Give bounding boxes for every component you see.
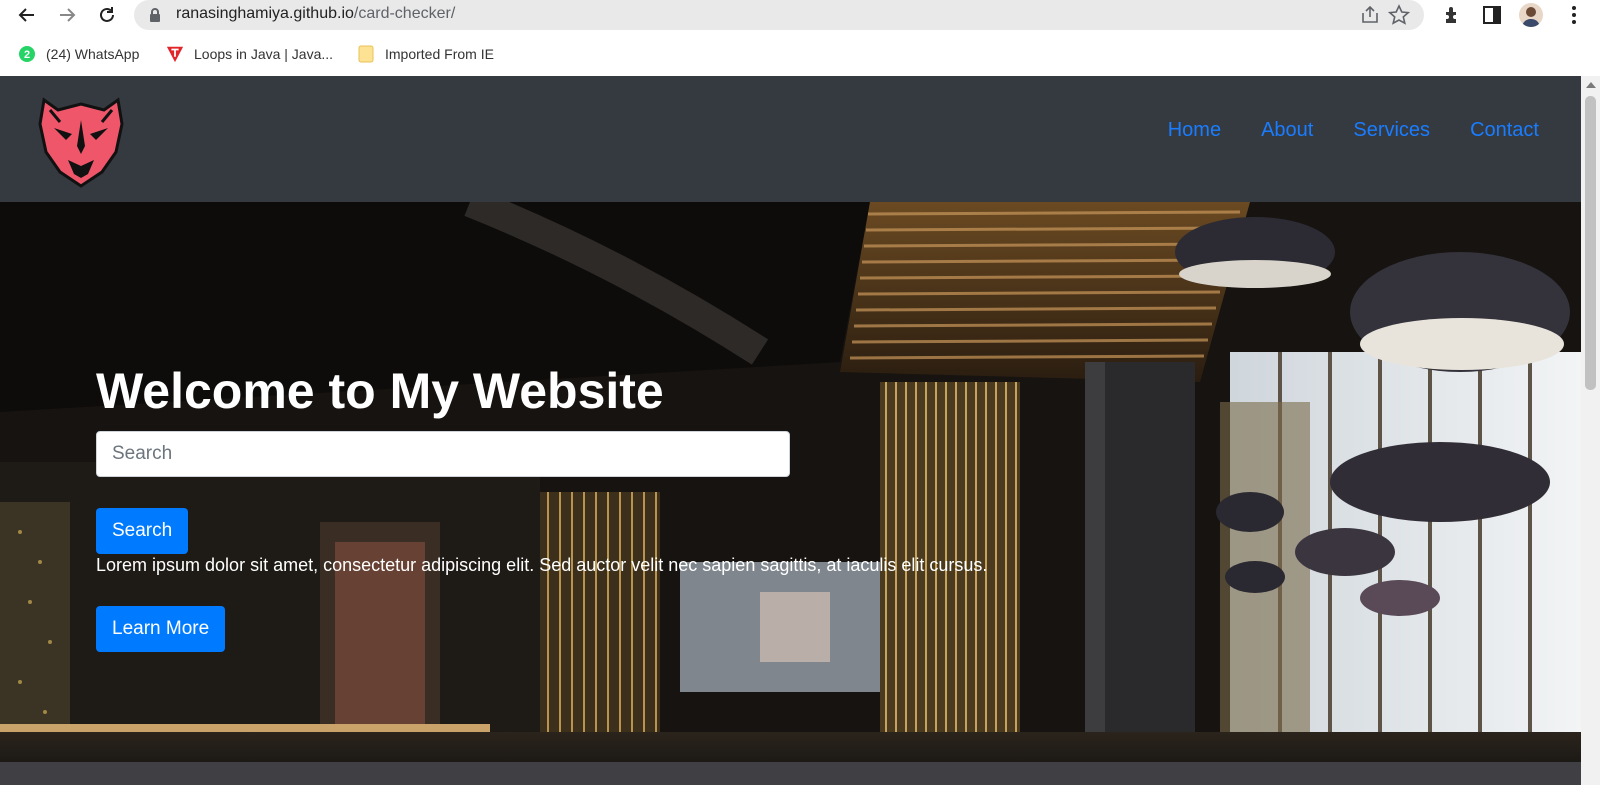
page-scrollbar[interactable]: [1581, 76, 1600, 785]
bookmark-label: Loops in Java | Java...: [194, 46, 334, 62]
forward-icon[interactable]: [54, 2, 80, 28]
nav-home[interactable]: Home: [1168, 119, 1221, 142]
search-button[interactable]: Search: [96, 508, 189, 554]
nav-services[interactable]: Services: [1353, 119, 1430, 142]
learn-more-button[interactable]: Learn More: [96, 606, 226, 652]
url-text: ranasinghamiya.github.io/card-checker/: [176, 5, 455, 23]
bookmark-label: (24) WhatsApp: [46, 46, 140, 62]
svg-text:2: 2: [24, 49, 30, 61]
scrollbar-thumb[interactable]: [1585, 96, 1596, 390]
url-path: /card-checker/: [353, 5, 456, 22]
restaurant-background-image: [0, 202, 1581, 785]
lock-icon: [148, 7, 162, 28]
profile-avatar[interactable]: [1519, 3, 1543, 27]
panther-logo[interactable]: [36, 94, 126, 188]
bookmarks-bar: 2 (24) WhatsApp Loops in Java | Java... …: [0, 38, 1600, 70]
site-navbar: Home About Services Contact: [0, 76, 1581, 202]
page-viewport: Home About Services Contact Welcome to M…: [0, 76, 1600, 785]
hero-description: Lorem ipsum dolor sit amet, consectetur …: [96, 555, 988, 575]
kebab-menu-icon[interactable]: [1562, 3, 1586, 27]
tutorial-site-icon: [166, 45, 184, 63]
search-input[interactable]: [96, 431, 790, 477]
nav-links: Home About Services Contact: [1168, 119, 1539, 142]
bookmark-imported-from-ie[interactable]: Imported From IE: [357, 43, 494, 65]
side-panel-icon[interactable]: [1480, 3, 1504, 27]
reload-icon[interactable]: [94, 2, 120, 28]
nav-about[interactable]: About: [1261, 119, 1313, 142]
hero-title: Welcome to My Website: [96, 363, 664, 419]
folder-icon: [357, 45, 375, 63]
bookmark-loops-in-java[interactable]: Loops in Java | Java...: [166, 43, 333, 65]
bookmark-star-icon[interactable]: [1387, 4, 1411, 31]
url-host: ranasinghamiya.github.io: [176, 5, 354, 22]
bookmark-label: Imported From IE: [385, 46, 494, 62]
browser-toolbar: ranasinghamiya.github.io/card-checker/: [0, 0, 1600, 30]
back-icon[interactable]: [14, 2, 40, 28]
address-bar[interactable]: ranasinghamiya.github.io/card-checker/: [134, 0, 1424, 30]
nav-contact[interactable]: Contact: [1470, 119, 1539, 142]
share-icon[interactable]: [1360, 5, 1380, 30]
hero-section: Welcome to My Website Search Lorem ipsum…: [0, 202, 1581, 785]
scroll-up-icon[interactable]: [1586, 82, 1596, 88]
extensions-icon[interactable]: [1440, 3, 1464, 27]
whatsapp-icon: 2: [18, 45, 36, 63]
bookmark-whatsapp[interactable]: 2 (24) WhatsApp: [18, 43, 139, 65]
